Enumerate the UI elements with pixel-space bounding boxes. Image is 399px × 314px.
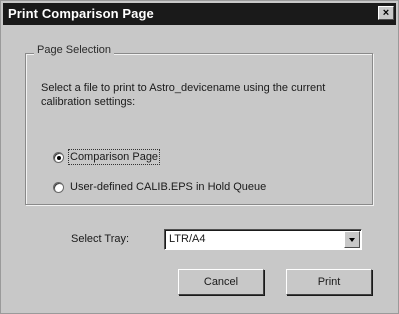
radio-user-defined-calib[interactable]: User-defined CALIB.EPS in Hold Queue: [53, 179, 266, 195]
radio-label-comparison-page: Comparison Page: [67, 149, 161, 165]
dialog-title: Print Comparison Page: [8, 6, 154, 21]
page-selection-legend: Page Selection: [34, 44, 114, 56]
title-bar[interactable]: Print Comparison Page ×: [3, 3, 396, 25]
print-comparison-dialog: Print Comparison Page × Page Selection S…: [0, 0, 399, 314]
cancel-button[interactable]: Cancel: [178, 269, 264, 295]
radio-button-unchecked[interactable]: [53, 181, 64, 193]
close-button[interactable]: ×: [378, 6, 394, 20]
print-button[interactable]: Print: [286, 269, 372, 295]
chevron-down-icon[interactable]: [344, 231, 360, 248]
close-icon: ×: [382, 7, 390, 19]
select-tray-value: LTR/A4: [169, 233, 206, 245]
select-tray-label: Select Tray:: [71, 233, 130, 245]
radio-label-user-defined-calib: User-defined CALIB.EPS in Hold Queue: [70, 181, 267, 193]
radio-button-checked[interactable]: [53, 151, 64, 163]
select-tray-dropdown[interactable]: LTR/A4: [164, 229, 362, 250]
page-selection-description: Select a file to print to Astro_devicena…: [41, 82, 326, 108]
radio-comparison-page[interactable]: Comparison Page: [53, 149, 161, 165]
